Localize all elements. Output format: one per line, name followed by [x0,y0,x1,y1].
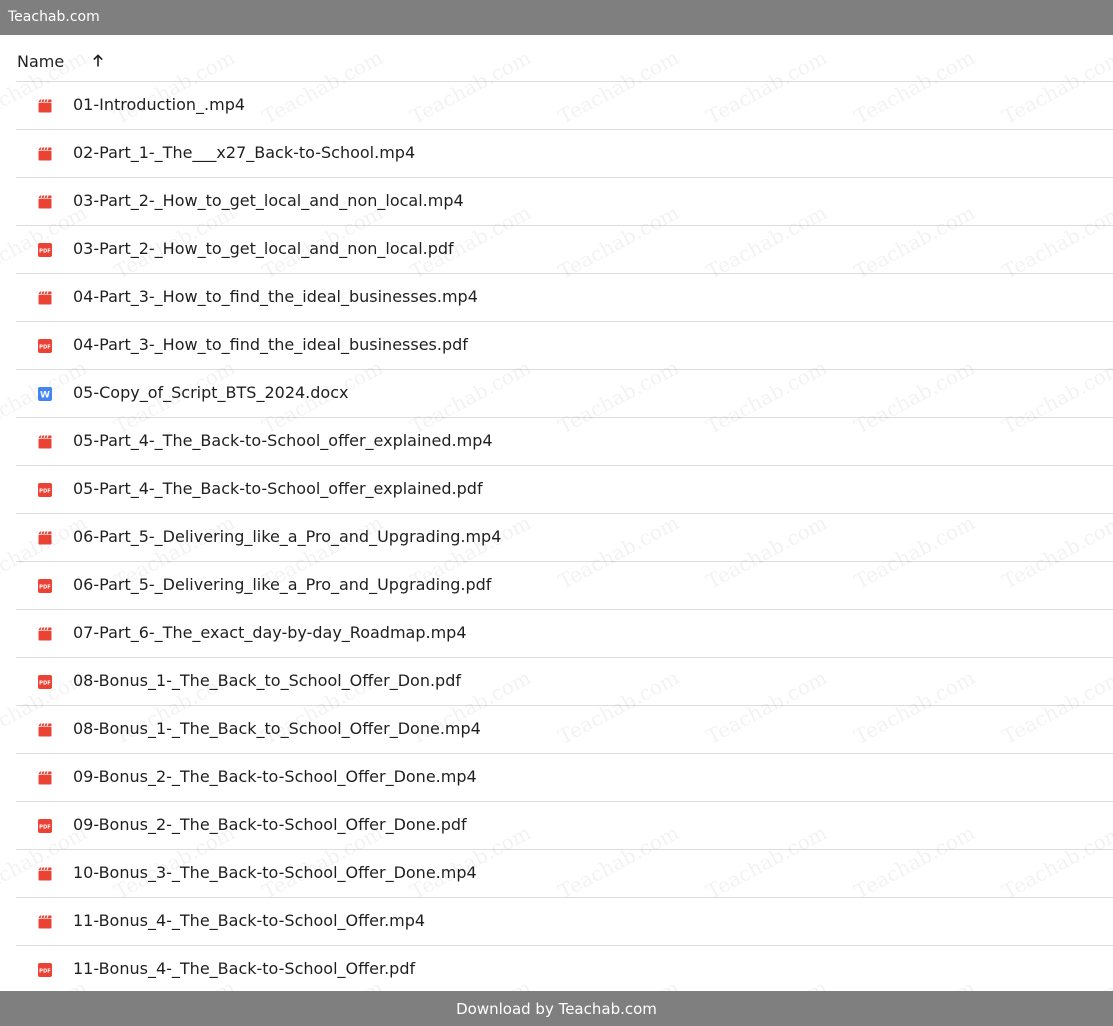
top-bar: Teachab.com [0,0,1113,35]
pdf-file-icon: PDF [37,818,53,834]
svg-text:PDF: PDF [39,680,51,686]
file-row[interactable]: 09-Bonus_2-_The_Back-to-School_Offer_Don… [16,754,1113,802]
svg-text:W: W [40,391,50,401]
file-name[interactable]: 03-Part_2-_How_to_get_local_and_non_loca… [73,239,454,259]
file-name[interactable]: 03-Part_2-_How_to_get_local_and_non_loca… [73,191,464,211]
file-name[interactable]: 05-Part_4-_The_Back-to-School_offer_expl… [73,479,483,499]
file-name[interactable]: 11-Bonus_4-_The_Back-to-School_Offer.mp4 [73,911,425,931]
file-row[interactable]: 10-Bonus_3-_The_Back-to-School_Offer_Don… [16,850,1113,898]
pdf-file-icon: PDF [37,242,53,258]
file-row[interactable]: PDF 03-Part_2-_How_to_get_local_and_non_l… [16,226,1113,274]
video-file-icon [37,866,53,882]
file-name[interactable]: 04-Part_3-_How_to_find_the_ideal_busines… [73,335,468,355]
video-file-icon [37,626,53,642]
video-file-icon [37,194,53,210]
pdf-file-icon: PDF [37,674,53,690]
video-file-icon [37,770,53,786]
file-name[interactable]: 04-Part_3-_How_to_find_the_ideal_busines… [73,287,478,307]
svg-text:PDF: PDF [39,488,51,494]
file-row[interactable]: PDF 09-Bonus_2-_The_Back-to-School_Offer_… [16,802,1113,850]
file-row[interactable]: 01-Introduction_.mp4 [16,82,1113,130]
file-row[interactable]: 08-Bonus_1-_The_Back_to_School_Offer_Don… [16,706,1113,754]
file-row[interactable]: W 05-Copy_of_Script_BTS_2024.docx [16,370,1113,418]
file-row[interactable]: 07-Part_6-_The_exact_day-by-day_Roadmap.… [16,610,1113,658]
file-name[interactable]: 06-Part_5-_Delivering_like_a_Pro_and_Upg… [73,575,491,595]
svg-text:PDF: PDF [39,584,51,590]
file-row[interactable]: 02-Part_1-_The___x27_Back-to-School.mp4 [16,130,1113,178]
file-row[interactable]: 04-Part_3-_How_to_find_the_ideal_busines… [16,274,1113,322]
file-name[interactable]: 02-Part_1-_The___x27_Back-to-School.mp4 [73,143,415,163]
file-name[interactable]: 08-Bonus_1-_The_Back_to_School_Offer_Don… [73,719,481,739]
pdf-file-icon: PDF [37,482,53,498]
file-list: 01-Introduction_.mp4 02-Part_1-_The___x27… [16,82,1113,994]
name-column-header[interactable]: Name [17,52,64,72]
file-name[interactable]: 05-Copy_of_Script_BTS_2024.docx [73,383,348,403]
file-row[interactable]: PDF 08-Bonus_1-_The_Back_to_School_Offer_… [16,658,1113,706]
video-file-icon [37,290,53,306]
word-doc-icon: W [37,386,53,402]
file-row[interactable]: 03-Part_2-_How_to_get_local_and_non_loca… [16,178,1113,226]
file-name[interactable]: 06-Part_5-_Delivering_like_a_Pro_and_Upg… [73,527,501,547]
svg-text:PDF: PDF [39,968,51,974]
pdf-file-icon: PDF [37,962,53,978]
site-title: Teachab.com [8,9,100,25]
file-row[interactable]: 06-Part_5-_Delivering_like_a_Pro_and_Upg… [16,514,1113,562]
file-row[interactable]: PDF 04-Part_3-_How_to_find_the_ideal_busi… [16,322,1113,370]
video-file-icon [37,530,53,546]
arrow-up-icon[interactable] [90,53,106,69]
file-name[interactable]: 07-Part_6-_The_exact_day-by-day_Roadmap.… [73,623,467,643]
video-file-icon [37,434,53,450]
file-name[interactable]: 05-Part_4-_The_Back-to-School_offer_expl… [73,431,493,451]
footer-text: Download by Teachab.com [456,1000,657,1018]
file-row[interactable]: PDF 11-Bonus_4-_The_Back-to-School_Offer.… [16,946,1113,994]
file-name[interactable]: 11-Bonus_4-_The_Back-to-School_Offer.pdf [73,959,415,979]
file-name[interactable]: 01-Introduction_.mp4 [73,95,245,115]
pdf-file-icon: PDF [37,578,53,594]
file-row[interactable]: PDF 06-Part_5-_Delivering_like_a_Pro_and_… [16,562,1113,610]
video-file-icon [37,146,53,162]
footer-bar: Download by Teachab.com [0,991,1113,1026]
file-name[interactable]: 09-Bonus_2-_The_Back-to-School_Offer_Don… [73,767,477,787]
file-row[interactable]: PDF 05-Part_4-_The_Back-to-School_offer_e… [16,466,1113,514]
video-file-icon [37,914,53,930]
svg-text:PDF: PDF [39,344,51,350]
video-file-icon [37,98,53,114]
file-row[interactable]: 05-Part_4-_The_Back-to-School_offer_expl… [16,418,1113,466]
file-name[interactable]: 08-Bonus_1-_The_Back_to_School_Offer_Don… [73,671,461,691]
file-row[interactable]: 11-Bonus_4-_The_Back-to-School_Offer.mp4 [16,898,1113,946]
file-name[interactable]: 10-Bonus_3-_The_Back-to-School_Offer_Don… [73,863,477,883]
file-name[interactable]: 09-Bonus_2-_The_Back-to-School_Offer_Don… [73,815,467,835]
pdf-file-icon: PDF [37,338,53,354]
video-file-icon [37,722,53,738]
svg-text:PDF: PDF [39,824,51,830]
svg-text:PDF: PDF [39,248,51,254]
list-header: Name [16,35,1113,82]
